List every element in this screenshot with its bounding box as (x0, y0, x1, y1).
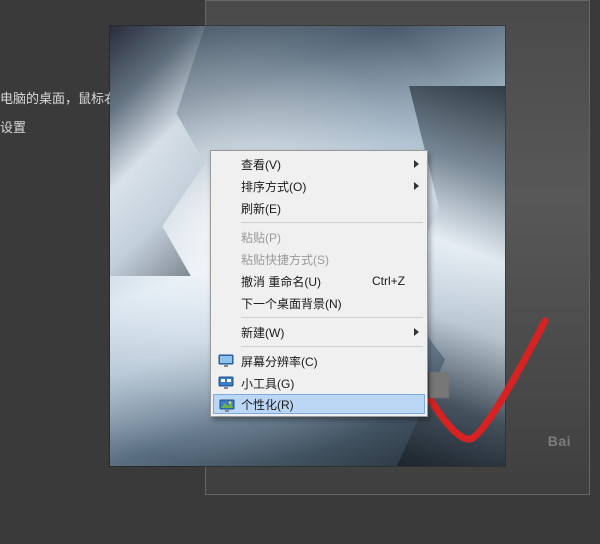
menu-item-paste-shortcut: 粘贴快捷方式(S) (213, 248, 425, 270)
menu-item-undo[interactable]: 撤消 重命名(U) Ctrl+Z (213, 270, 425, 292)
menu-label: 粘贴(P) (241, 229, 405, 246)
watermark-text: Bai (548, 433, 571, 449)
menu-item-gadgets[interactable]: 小工具(G) (213, 372, 425, 394)
article-line: 电脑的桌面，鼠标右 (0, 85, 117, 114)
menu-item-refresh[interactable]: 刷新(E) (213, 197, 425, 219)
menu-separator (241, 222, 423, 223)
desktop-context-menu: 查看(V) 排序方式(O) 刷新(E) 粘贴(P) 粘贴快捷方式(S) 撤消 重… (210, 150, 428, 417)
menu-item-next-background[interactable]: 下一个桌面背景(N) (213, 292, 425, 314)
gadgets-icon (218, 375, 234, 391)
submenu-arrow-icon (414, 160, 419, 168)
menu-item-sort[interactable]: 排序方式(O) (213, 175, 425, 197)
menu-label: 屏幕分辨率(C) (241, 353, 405, 370)
article-text: 电脑的桌面，鼠标右 设置 (0, 85, 117, 142)
menu-label: 排序方式(O) (241, 178, 405, 195)
menu-separator (241, 317, 423, 318)
menu-item-new[interactable]: 新建(W) (213, 321, 425, 343)
submenu-arrow-icon (414, 182, 419, 190)
menu-item-personalize[interactable]: 个性化(R) (213, 394, 425, 414)
menu-label: 查看(V) (241, 156, 405, 173)
menu-item-paste: 粘贴(P) (213, 226, 425, 248)
menu-item-view[interactable]: 查看(V) (213, 153, 425, 175)
personalize-icon (219, 398, 235, 414)
menu-label: 个性化(R) (241, 396, 405, 413)
article-line: 设置 (0, 114, 117, 143)
menu-label: 小工具(G) (241, 375, 405, 392)
menu-label: 刷新(E) (241, 200, 405, 217)
submenu-arrow-icon (414, 328, 419, 336)
menu-label: 新建(W) (241, 324, 405, 341)
menu-label: 下一个桌面背景(N) (241, 295, 405, 312)
menu-label: 撤消 重命名(U) (241, 273, 372, 290)
menu-separator (241, 346, 423, 347)
menu-item-resolution[interactable]: 屏幕分辨率(C) (213, 350, 425, 372)
menu-label: 粘贴快捷方式(S) (241, 251, 405, 268)
mountain-decor-left (110, 26, 205, 276)
monitor-icon (218, 353, 234, 369)
menu-shortcut: Ctrl+Z (372, 274, 405, 288)
